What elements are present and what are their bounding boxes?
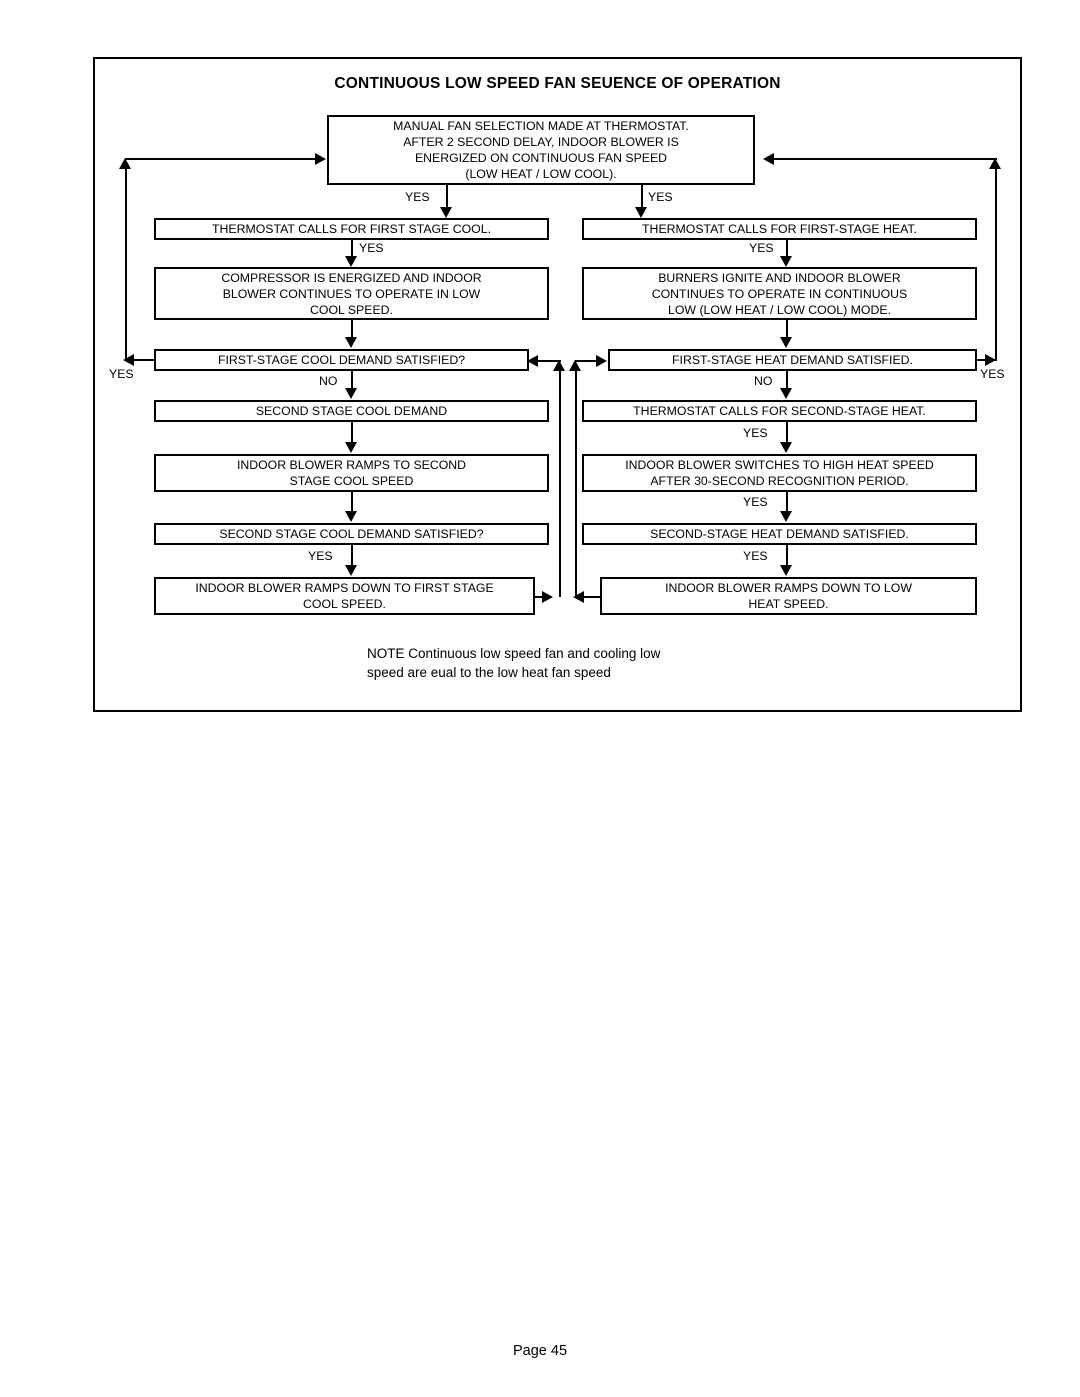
edge-cool-7-loop-arrowhead-right <box>542 591 553 603</box>
edge-start-to-cool-1-arrowhead <box>440 207 452 218</box>
edge-heat-3-to-heat-4 <box>786 371 788 389</box>
node-cool-1-text: THERMOSTAT CALLS FOR FIRST STAGE COOL. <box>212 222 491 236</box>
edge-label-heat-4-to-heat-5: YES <box>743 426 768 440</box>
edge-cool-3-loop-horizontal-top <box>125 158 317 160</box>
edge-heat-6-to-heat-7-arrowhead <box>780 565 792 576</box>
edge-heat-1-to-heat-2 <box>786 240 788 257</box>
edge-label-cool-6-to-cool-7: YES <box>308 549 333 563</box>
node-cool-2-text: COMPRESSOR IS ENERGIZED AND INDOOR BLOWE… <box>221 270 482 317</box>
edge-label-heat-6-to-heat-7: YES <box>743 549 768 563</box>
diagram-title: CONTINUOUS LOW SPEED FAN SEUENCE OF OPER… <box>334 75 781 92</box>
node-cool-3-text: FIRST-STAGE COOL DEMAND SATISFIED? <box>217 353 466 367</box>
edge-cool-3-loop-arrowhead-into-start <box>315 153 326 165</box>
edge-label-start-to-heat-1: YES <box>648 190 673 204</box>
edge-heat-1-to-heat-2-arrowhead <box>780 256 792 267</box>
node-heat-3: FIRST-STAGE HEAT DEMAND SATISFIED. <box>608 349 977 371</box>
edge-cool-3-loop-vertical <box>125 168 127 360</box>
node-heat-7: INDOOR BLOWER RAMPS DOWN TO LOW HEAT SPE… <box>600 577 977 615</box>
edge-label-start-to-cool-1: YES <box>405 190 430 204</box>
edge-cool-1-to-cool-2-arrowhead <box>345 256 357 267</box>
node-cool-2: COMPRESSOR IS ENERGIZED AND INDOOR BLOWE… <box>154 267 549 320</box>
edge-start-to-heat-1-arrowhead <box>635 207 647 218</box>
edge-heat-7-loop-arrowhead-into-heat-3 <box>596 355 607 367</box>
edge-cool-7-loop-arrowhead-into-cool-3 <box>527 355 538 367</box>
node-cool-6: SECOND STAGE COOL DEMAND SATISFIED? <box>154 523 549 545</box>
node-cool-1: THERMOSTAT CALLS FOR FIRST STAGE COOL. <box>154 218 549 240</box>
edge-label-cool-3-loop-yes: YES <box>109 367 134 381</box>
node-heat-7-text: INDOOR BLOWER RAMPS DOWN TO LOW HEAT SPE… <box>665 581 912 611</box>
edge-label-cool-1-to-cool-2: YES <box>359 241 384 255</box>
edge-cool-6-to-cool-7-arrowhead <box>345 565 357 576</box>
edge-label-heat-3-to-heat-4: NO <box>754 374 773 388</box>
edge-heat-7-loop-vertical <box>575 370 577 597</box>
diagram-frame: CONTINUOUS LOW SPEED FAN SEUENCE OF OPER… <box>93 57 1022 712</box>
edge-cool-5-to-cool-6 <box>351 492 353 512</box>
edge-heat-3-loop-vertical <box>995 168 997 360</box>
node-cool-7-text: INDOOR BLOWER RAMPS DOWN TO FIRST STAGE … <box>195 581 494 611</box>
edge-heat-7-loop-horizontal-bottom <box>581 596 601 598</box>
edge-start-to-heat-1 <box>641 185 643 208</box>
diagram-note: NOTE Continuous low speed fan and coolin… <box>367 646 661 680</box>
edge-heat-3-loop-arrowhead-into-start <box>763 153 774 165</box>
edge-heat-5-to-heat-6-arrowhead <box>780 511 792 522</box>
edge-cool-5-to-cool-6-arrowhead <box>345 511 357 522</box>
edge-heat-2-to-heat-3 <box>786 320 788 338</box>
node-heat-6-text: SECOND-STAGE HEAT DEMAND SATISFIED. <box>650 527 909 541</box>
edge-heat-4-to-heat-5-arrowhead <box>780 442 792 453</box>
edge-start-to-cool-1 <box>446 185 448 208</box>
edge-label-heat-3-loop-yes: YES <box>980 367 1005 381</box>
edge-heat-4-to-heat-5 <box>786 422 788 443</box>
edge-cool-4-to-cool-5-arrowhead <box>345 442 357 453</box>
node-cool-6-text: SECOND STAGE COOL DEMAND SATISFIED? <box>219 527 484 541</box>
node-heat-2-text: BURNERS IGNITE AND INDOOR BLOWER CONTINU… <box>651 270 908 317</box>
node-heat-1-text: THERMOSTAT CALLS FOR FIRST-STAGE HEAT. <box>642 222 917 236</box>
edge-cool-7-loop-horizontal-top <box>537 360 561 362</box>
node-heat-4-text: THERMOSTAT CALLS FOR SECOND-STAGE HEAT. <box>633 404 926 418</box>
edge-cool-6-to-cool-7 <box>351 545 353 566</box>
edge-heat-3-to-heat-4-arrowhead <box>780 388 792 399</box>
edge-cool-7-loop-vertical <box>559 370 561 597</box>
node-heat-4: THERMOSTAT CALLS FOR SECOND-STAGE HEAT. <box>582 400 977 422</box>
edge-cool-1-to-cool-2 <box>351 240 353 257</box>
node-start-text: MANUAL FAN SELECTION MADE AT THERMOSTAT.… <box>393 119 689 181</box>
node-start: MANUAL FAN SELECTION MADE AT THERMOSTAT.… <box>327 115 755 185</box>
page-footer: Page 45 <box>512 1343 568 1359</box>
node-heat-6: SECOND-STAGE HEAT DEMAND SATISFIED. <box>582 523 977 545</box>
edge-label-cool-3-to-cool-4: NO <box>319 374 338 388</box>
node-heat-1: THERMOSTAT CALLS FOR FIRST-STAGE HEAT. <box>582 218 977 240</box>
edge-heat-2-to-heat-3-arrowhead <box>780 337 792 348</box>
edge-heat-6-to-heat-7 <box>786 545 788 566</box>
node-heat-5-text: INDOOR BLOWER SWITCHES TO HIGH HEAT SPEE… <box>625 458 934 488</box>
document-page: CONTINUOUS LOW SPEED FAN SEUENCE OF OPER… <box>0 0 1080 1397</box>
node-cool-5: INDOOR BLOWER RAMPS TO SECOND STAGE COOL… <box>154 454 549 492</box>
node-heat-2: BURNERS IGNITE AND INDOOR BLOWER CONTINU… <box>582 267 977 320</box>
node-heat-5: INDOOR BLOWER SWITCHES TO HIGH HEAT SPEE… <box>582 454 977 492</box>
edge-label-heat-1-to-heat-2: YES <box>749 241 774 255</box>
edge-cool-2-to-cool-3 <box>351 320 353 338</box>
edge-label-heat-5-to-heat-6: YES <box>743 495 768 509</box>
node-cool-4: SECOND STAGE COOL DEMAND <box>154 400 549 422</box>
node-cool-3: FIRST-STAGE COOL DEMAND SATISFIED? <box>154 349 529 371</box>
edge-heat-3-loop-horizontal-top <box>767 158 997 160</box>
edge-cool-3-to-cool-4-arrowhead <box>345 388 357 399</box>
node-cool-5-text: INDOOR BLOWER RAMPS TO SECOND STAGE COOL… <box>236 458 467 488</box>
node-heat-3-text: FIRST-STAGE HEAT DEMAND SATISFIED. <box>672 353 913 367</box>
edge-cool-4-to-cool-5 <box>351 422 353 443</box>
edge-cool-2-to-cool-3-arrowhead <box>345 337 357 348</box>
edge-heat-5-to-heat-6 <box>786 492 788 512</box>
node-cool-4-text: SECOND STAGE COOL DEMAND <box>255 404 448 418</box>
node-cool-7: INDOOR BLOWER RAMPS DOWN TO FIRST STAGE … <box>154 577 535 615</box>
edge-cool-3-to-cool-4 <box>351 371 353 389</box>
